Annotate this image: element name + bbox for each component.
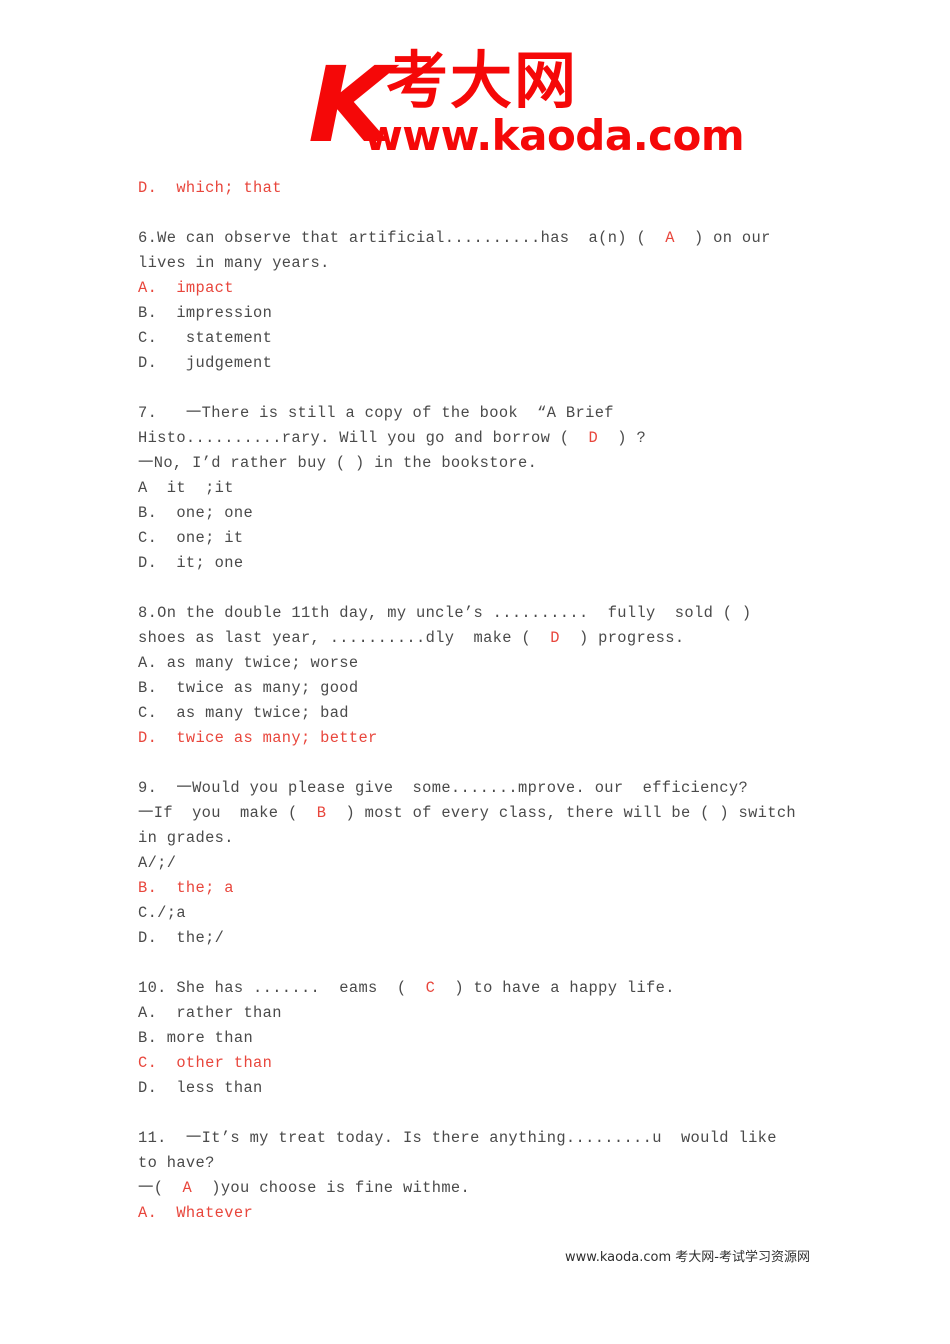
site-logo: K 考大网 www.kaoda.com bbox=[0, 44, 950, 164]
q8-opt-c: C. as many twice; bad bbox=[138, 704, 349, 722]
q9-opt-c: C./;a bbox=[138, 904, 186, 922]
q11-stem-2: to have? bbox=[138, 1154, 215, 1172]
q11-stem-1: 11. 一It’s my treat today. Is there anyth… bbox=[138, 1129, 777, 1147]
question-spacer bbox=[138, 576, 828, 601]
question-block: 11. 一It’s my treat today. Is there anyth… bbox=[138, 1126, 828, 1226]
q10-opt-a: A. rather than bbox=[138, 1004, 282, 1022]
q8-stem-2: shoes as last year, ..........dly make (… bbox=[138, 629, 685, 647]
q6-stem-2: lives in many years. bbox=[138, 254, 330, 272]
answer-letter: B bbox=[316, 804, 327, 822]
question-block: 6.We can observe that artificial........… bbox=[138, 226, 828, 376]
question-list: D. which; that 6.We can observe that arti… bbox=[138, 176, 828, 1226]
q7-stem-2: Histo..........rary. Will you go and bor… bbox=[138, 429, 647, 447]
q7-opt-a: A it ;it bbox=[138, 479, 234, 497]
q6-stem-1: 6.We can observe that artificial........… bbox=[138, 229, 771, 247]
question-spacer bbox=[138, 1101, 828, 1126]
answer-letter: D bbox=[588, 429, 599, 447]
logo-chinese-name: 考大网 bbox=[386, 44, 579, 117]
q8-opt-b: B. twice as many; good bbox=[138, 679, 359, 697]
logo-url-text: www.kaoda.com bbox=[364, 111, 745, 160]
answer-letter: A bbox=[182, 1179, 193, 1197]
document-page: K 考大网 www.kaoda.com D. which; that 6.We c… bbox=[0, 0, 950, 1344]
site-logo-inner: K 考大网 www.kaoda.com bbox=[308, 44, 745, 164]
q11-stem-3: 一( A )you choose is fine withme. bbox=[138, 1179, 471, 1197]
q10-opt-d: D. less than bbox=[138, 1079, 263, 1097]
question-block: 7. 一There is still a copy of the book “A… bbox=[138, 401, 828, 576]
q9-stem-1: 9. 一Would you please give some.......mpr… bbox=[138, 779, 749, 797]
question-block: 10. She has ....... eams ( C ) to have a… bbox=[138, 976, 828, 1101]
footer-site-credit: www.kaoda.com 考大网-考试学习资源网 bbox=[565, 1250, 810, 1265]
q7-opt-b: B. one; one bbox=[138, 504, 254, 522]
question-block: D. which; that bbox=[138, 176, 828, 201]
q7-stem-3: 一No, I’d rather buy ( ) in the bookstore… bbox=[138, 454, 538, 472]
q9-opt-b: B. the; a bbox=[138, 879, 234, 897]
q8-opt-a: A. as many twice; worse bbox=[138, 654, 359, 672]
q10-opt-b: B. more than bbox=[138, 1029, 254, 1047]
question-spacer bbox=[138, 376, 828, 401]
question-spacer bbox=[138, 201, 828, 226]
q9-opt-d: D. the;/ bbox=[138, 929, 225, 947]
question-spacer bbox=[138, 751, 828, 776]
q7-opt-c: C. one; it bbox=[138, 529, 244, 547]
q6-opt-d: D. judgement bbox=[138, 354, 273, 372]
question-spacer bbox=[138, 951, 828, 976]
answer-letter: A bbox=[665, 229, 675, 247]
q6-opt-b: B. impression bbox=[138, 304, 273, 322]
q7-opt-d: D. it; one bbox=[138, 554, 244, 572]
q7-stem-1: 7. 一There is still a copy of the book “A… bbox=[138, 404, 614, 422]
q9-stem-3: in grades. bbox=[138, 829, 234, 847]
q6-opt-c: C. statement bbox=[138, 329, 273, 347]
q6-opt-a: A. impact bbox=[138, 279, 234, 297]
answer-letter: D bbox=[550, 629, 560, 647]
page-footer: www.kaoda.com 考大网-考试学习资源网 bbox=[0, 1248, 950, 1267]
q8-stem-1: 8.On the double 11th day, my uncle’s ...… bbox=[138, 604, 752, 622]
q8-opt-d: D. twice as many; better bbox=[138, 729, 378, 747]
answer-letter: C bbox=[425, 979, 436, 997]
q9-opt-a: A/;/ bbox=[138, 854, 177, 872]
q9-stem-2: 一If you make ( B ) most of every class, … bbox=[138, 804, 797, 822]
q10-opt-c: C. other than bbox=[138, 1054, 273, 1072]
question-block: 8.On the double 11th day, my uncle’s ...… bbox=[138, 601, 828, 751]
q11-opt-a: A. Whatever bbox=[138, 1204, 254, 1222]
question-block: 9. 一Would you please give some.......mpr… bbox=[138, 776, 828, 951]
q5-opt-d: D. which; that bbox=[138, 179, 282, 197]
q10-stem-1: 10. She has ....... eams ( C ) to have a… bbox=[138, 979, 675, 997]
